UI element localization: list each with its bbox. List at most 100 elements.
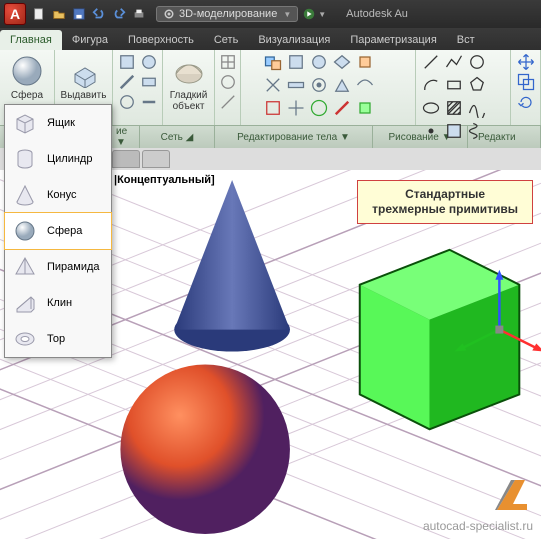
tool-icon[interactable] [286, 98, 306, 118]
hatch-icon[interactable] [444, 98, 464, 118]
open-icon[interactable] [50, 5, 68, 23]
move-icon[interactable] [516, 52, 536, 72]
gear-icon [163, 8, 175, 20]
point-icon[interactable] [421, 121, 441, 141]
copy-icon[interactable] [516, 72, 536, 92]
rotate-icon[interactable] [516, 92, 536, 112]
tab-home[interactable]: Главная [0, 30, 62, 50]
print-icon[interactable] [130, 5, 148, 23]
extrude-icon [67, 54, 101, 88]
circle-icon[interactable] [467, 52, 487, 72]
cone-primitive [174, 180, 290, 352]
tool-icon[interactable] [218, 92, 238, 112]
tool-icon[interactable] [263, 52, 283, 72]
app-menu-button[interactable]: A [4, 3, 26, 25]
ellipse-icon[interactable] [421, 98, 441, 118]
new-icon[interactable] [30, 5, 48, 23]
tool-icon[interactable] [117, 72, 137, 92]
quick-access-toolbar [30, 5, 148, 23]
menu-item-pyramid[interactable]: Пирамида [5, 249, 111, 285]
rect-icon[interactable] [444, 75, 464, 95]
tool-icon[interactable] [139, 92, 159, 112]
menu-item-box[interactable]: Ящик [5, 105, 111, 141]
tool-icon[interactable] [117, 52, 137, 72]
tool-icon[interactable] [117, 92, 137, 112]
viewport-label[interactable]: |Концептуальный] [114, 174, 215, 186]
save-icon[interactable] [70, 5, 88, 23]
tool-icon[interactable] [139, 72, 159, 92]
tab-insert[interactable]: Вст [447, 30, 485, 50]
tab-visualize[interactable]: Визуализация [248, 30, 340, 50]
wedge-icon [13, 291, 37, 315]
undo-icon[interactable] [90, 5, 108, 23]
cone-icon [13, 183, 37, 207]
workspace-combo[interactable]: 3D-моделирование ▼ [156, 6, 298, 22]
tool-icon[interactable] [332, 52, 352, 72]
tool-icon[interactable] [309, 75, 329, 95]
spline-icon[interactable] [467, 98, 487, 118]
tab-surface[interactable]: Поверхность [118, 30, 204, 50]
tab-parametric[interactable]: Параметризация [340, 30, 446, 50]
workspace-label: 3D-моделирование [179, 8, 277, 20]
tab-mesh[interactable]: Сеть [204, 30, 248, 50]
panel-solid-editing [241, 50, 416, 125]
panel-modify [511, 50, 541, 125]
tool-icon[interactable] [309, 98, 329, 118]
new-tab-button[interactable] [142, 150, 170, 168]
menu-item-sphere[interactable]: Сфера [4, 212, 112, 250]
redo-icon[interactable] [110, 5, 128, 23]
polygon-icon[interactable] [467, 75, 487, 95]
menu-item-cylinder[interactable]: Цилиндр [5, 141, 111, 177]
chevron-down-icon[interactable]: ▼ [318, 10, 326, 19]
tool-icon[interactable] [309, 52, 329, 72]
tool-icon[interactable] [218, 52, 238, 72]
menu-item-torus[interactable]: Тор [5, 321, 111, 357]
tool-icon[interactable] [355, 52, 375, 72]
pyramid-icon [13, 255, 37, 279]
sphere-icon [10, 54, 44, 88]
smooth-label: Гладкийобъект [170, 90, 208, 112]
title-bar: A 3D-моделирование ▼ ▼ Autodesk Au [0, 0, 541, 28]
tool-icon[interactable] [263, 98, 283, 118]
panel-mesh-tools [215, 50, 241, 125]
helix-icon[interactable] [467, 121, 487, 141]
tool-icon[interactable] [139, 52, 159, 72]
watermark: autocad-specialist.ru [423, 474, 533, 533]
menu-item-wedge[interactable]: Клин [5, 285, 111, 321]
smooth-icon [172, 54, 206, 88]
callout-box: Стандартныетрехмерные примитивы [357, 180, 533, 224]
tool-icon[interactable] [355, 75, 375, 95]
box-primitive [360, 250, 520, 430]
tool-icon[interactable] [332, 98, 352, 118]
arc-icon[interactable] [421, 75, 441, 95]
chevron-down-icon: ▼ [283, 10, 291, 19]
polyline-icon[interactable] [444, 52, 464, 72]
panel-draw [416, 50, 511, 125]
region-icon[interactable] [444, 121, 464, 141]
tool-icon[interactable] [332, 75, 352, 95]
tool-icon[interactable] [263, 75, 283, 95]
tool-icon[interactable] [218, 72, 238, 92]
sphere-primitive [120, 364, 290, 534]
panel-title[interactable]: Редактирование тела ▼ [215, 126, 373, 148]
menu-item-cone[interactable]: Конус [5, 177, 111, 213]
panel-solidedit [113, 50, 163, 125]
cylinder-icon [13, 147, 37, 171]
tool-icon[interactable] [355, 98, 375, 118]
tab-shape[interactable]: Фигура [62, 30, 118, 50]
tool-icon[interactable] [286, 52, 306, 72]
sphere-icon [13, 219, 37, 243]
tool-icon[interactable] [286, 75, 306, 95]
doc-tab[interactable] [112, 150, 140, 168]
line-icon[interactable] [421, 52, 441, 72]
ribbon-tabs: Главная Фигура Поверхность Сеть Визуализ… [0, 28, 541, 50]
app-title: Autodesk Au [346, 8, 408, 20]
primitives-dropdown: Ящик Цилиндр Конус Сфера Пирамида Клин Т… [4, 104, 112, 358]
box-icon [13, 111, 37, 135]
workspace-play-icon[interactable] [302, 7, 316, 21]
smooth-button[interactable]: Гладкийобъект [166, 52, 212, 114]
watermark-logo [491, 474, 533, 516]
panel-title[interactable]: Сеть ◢ [140, 126, 215, 148]
torus-icon [13, 327, 37, 351]
panel-smooth: Гладкийобъект [163, 50, 215, 125]
